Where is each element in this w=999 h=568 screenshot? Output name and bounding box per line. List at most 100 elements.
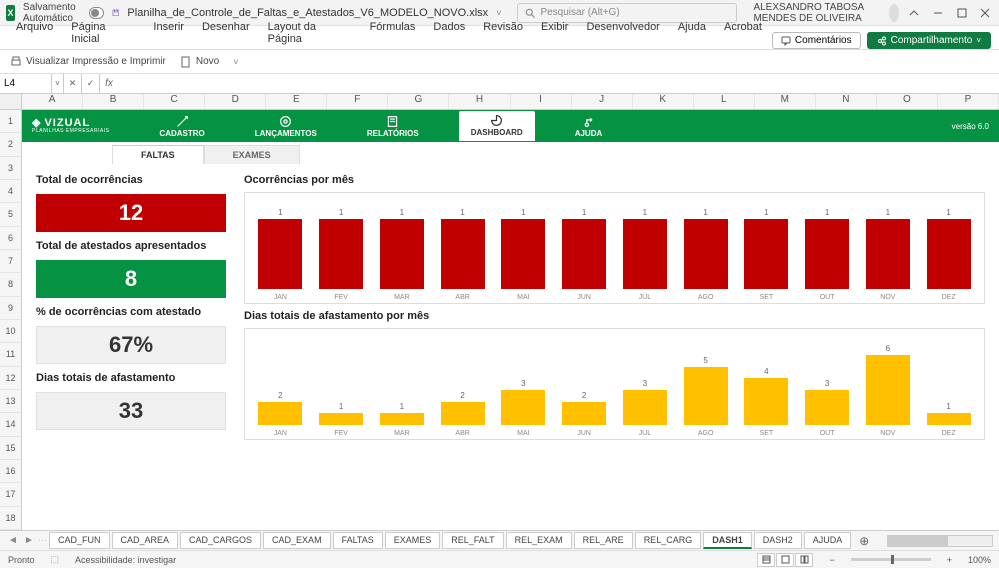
maximize-button[interactable] <box>954 3 970 23</box>
nav-relatórios[interactable]: RELATÓRIOS <box>357 113 429 140</box>
column-header[interactable]: H <box>449 94 510 109</box>
sheet-nav-prev-icon[interactable]: ◄ <box>6 535 20 546</box>
view-pagebreak-button[interactable] <box>795 553 813 567</box>
column-header[interactable]: M <box>755 94 816 109</box>
nav-lançamentos[interactable]: LANÇAMENTOS <box>245 113 327 140</box>
ribbon-tab-exibir[interactable]: Exibir <box>533 17 577 49</box>
sheet-tab-cad_area[interactable]: CAD_AREA <box>112 532 179 549</box>
ribbon-tab-fórmulas[interactable]: Fórmulas <box>362 17 424 49</box>
sheet-tab-rel_carg[interactable]: REL_CARG <box>635 532 702 549</box>
sheet-tab-rel_falt[interactable]: REL_FALT <box>442 532 503 549</box>
row-header[interactable]: 4 <box>0 180 21 203</box>
column-header[interactable]: E <box>266 94 327 109</box>
column-header[interactable]: D <box>205 94 266 109</box>
row-header[interactable]: 11 <box>0 343 21 366</box>
column-header[interactable]: J <box>572 94 633 109</box>
sheet-tab-dash1[interactable]: DASH1 <box>703 532 752 549</box>
row-header[interactable]: 10 <box>0 320 21 343</box>
column-header[interactable]: C <box>144 94 205 109</box>
row-header[interactable]: 17 <box>0 483 21 506</box>
row-header[interactable]: 3 <box>0 157 21 180</box>
close-button[interactable] <box>977 3 993 23</box>
row-header[interactable]: 6 <box>0 227 21 250</box>
sheet-tab-faltas[interactable]: FALTAS <box>333 532 383 549</box>
zoom-slider[interactable] <box>851 558 931 561</box>
nav-ajuda[interactable]: AJUDA <box>565 113 613 140</box>
view-pagelayout-button[interactable] <box>776 553 794 567</box>
bar: 1SET <box>739 208 794 301</box>
print-preview-button[interactable]: Visualizar Impressão e Imprimir <box>10 56 166 68</box>
fx-icon[interactable]: fx <box>100 78 118 89</box>
sheet-tab-dash2[interactable]: DASH2 <box>754 532 802 549</box>
ribbon-options-icon[interactable] <box>907 3 923 23</box>
ribbon-tab-revisão[interactable]: Revisão <box>475 17 531 49</box>
zoom-out-button[interactable]: − <box>829 555 834 565</box>
ribbon-tab-desenvolvedor[interactable]: Desenvolvedor <box>578 17 667 49</box>
minimize-button[interactable] <box>930 3 946 23</box>
subtab-faltas[interactable]: FALTAS <box>112 145 204 164</box>
sheet-tab-cad_fun[interactable]: CAD_FUN <box>49 532 110 549</box>
column-header[interactable]: A <box>22 94 83 109</box>
metric-percent-title: % de ocorrências com atestado <box>36 306 226 318</box>
zoom-in-button[interactable]: + <box>947 555 952 565</box>
ribbon-tab-dados[interactable]: Dados <box>425 17 473 49</box>
new-button[interactable]: Novo <box>180 56 219 68</box>
add-sheet-button[interactable]: ⊕ <box>853 534 875 548</box>
cancel-fx-icon[interactable]: ✕ <box>64 74 82 93</box>
ribbon-tab-ajuda[interactable]: Ajuda <box>670 17 714 49</box>
row-header[interactable]: 1 <box>0 110 21 133</box>
name-box[interactable]: L4 <box>0 74 52 93</box>
filename-dropdown-icon[interactable]: ˅ <box>496 8 501 18</box>
ribbon-tab-layout-da-página[interactable]: Layout da Página <box>260 17 360 49</box>
qa-overflow-icon[interactable]: ˅ <box>233 57 238 67</box>
print-preview-label: Visualizar Impressão e Imprimir <box>26 56 166 67</box>
nav-cadastro[interactable]: CADASTRO <box>149 113 214 140</box>
ribbon-tab-página-inicial[interactable]: Página Inicial <box>63 17 143 49</box>
row-header[interactable]: 8 <box>0 273 21 296</box>
row-header[interactable]: 12 <box>0 367 21 390</box>
sheet-tab-ajuda[interactable]: AJUDA <box>804 532 852 549</box>
select-all-corner[interactable] <box>0 94 22 109</box>
autosave-toggle[interactable] <box>89 7 103 19</box>
row-header[interactable]: 5 <box>0 203 21 226</box>
sheet-tab-rel_are[interactable]: REL_ARE <box>574 532 633 549</box>
row-header[interactable]: 2 <box>0 133 21 156</box>
column-header[interactable]: G <box>388 94 449 109</box>
row-header[interactable]: 16 <box>0 460 21 483</box>
ribbon-tab-inserir[interactable]: Inserir <box>145 17 192 49</box>
horizontal-scrollbar[interactable] <box>887 535 993 547</box>
row-header[interactable]: 18 <box>0 507 21 530</box>
row-header[interactable]: 13 <box>0 390 21 413</box>
sheet-tab-rel_exam[interactable]: REL_EXAM <box>506 532 572 549</box>
column-header[interactable]: F <box>327 94 388 109</box>
column-header[interactable]: B <box>83 94 144 109</box>
column-header[interactable]: N <box>816 94 877 109</box>
view-normal-button[interactable] <box>757 553 775 567</box>
comments-button[interactable]: Comentários <box>772 32 861 49</box>
bar: 1JAN <box>253 208 308 301</box>
confirm-fx-icon[interactable]: ✓ <box>82 74 100 93</box>
subtab-exames[interactable]: EXAMES <box>204 145 300 164</box>
column-header[interactable]: O <box>877 94 938 109</box>
row-header[interactable]: 15 <box>0 437 21 460</box>
column-header[interactable]: P <box>938 94 999 109</box>
sheet-nav-next-icon[interactable]: ► <box>22 535 36 546</box>
sheet-tab-cad_exam[interactable]: CAD_EXAM <box>263 532 331 549</box>
bar: 1MAR <box>375 402 430 437</box>
row-header[interactable]: 14 <box>0 413 21 436</box>
row-header[interactable]: 7 <box>0 250 21 273</box>
column-header[interactable]: I <box>511 94 572 109</box>
formula-input[interactable] <box>118 74 999 93</box>
share-button[interactable]: Compartilhamento ˅ <box>867 32 991 49</box>
avatar[interactable] <box>889 4 899 22</box>
nav-dashboard[interactable]: DASHBOARD <box>459 111 535 141</box>
column-header[interactable]: L <box>694 94 755 109</box>
namebox-dropdown-icon[interactable]: ˅ <box>52 74 64 93</box>
sheet-tab-exames[interactable]: EXAMES <box>385 532 441 549</box>
ribbon-tab-acrobat[interactable]: Acrobat <box>716 17 770 49</box>
sheet-tab-cad_cargos[interactable]: CAD_CARGOS <box>180 532 261 549</box>
row-header[interactable]: 9 <box>0 297 21 320</box>
ribbon-tab-desenhar[interactable]: Desenhar <box>194 17 258 49</box>
column-header[interactable]: K <box>633 94 694 109</box>
ribbon-tab-arquivo[interactable]: Arquivo <box>8 17 61 49</box>
